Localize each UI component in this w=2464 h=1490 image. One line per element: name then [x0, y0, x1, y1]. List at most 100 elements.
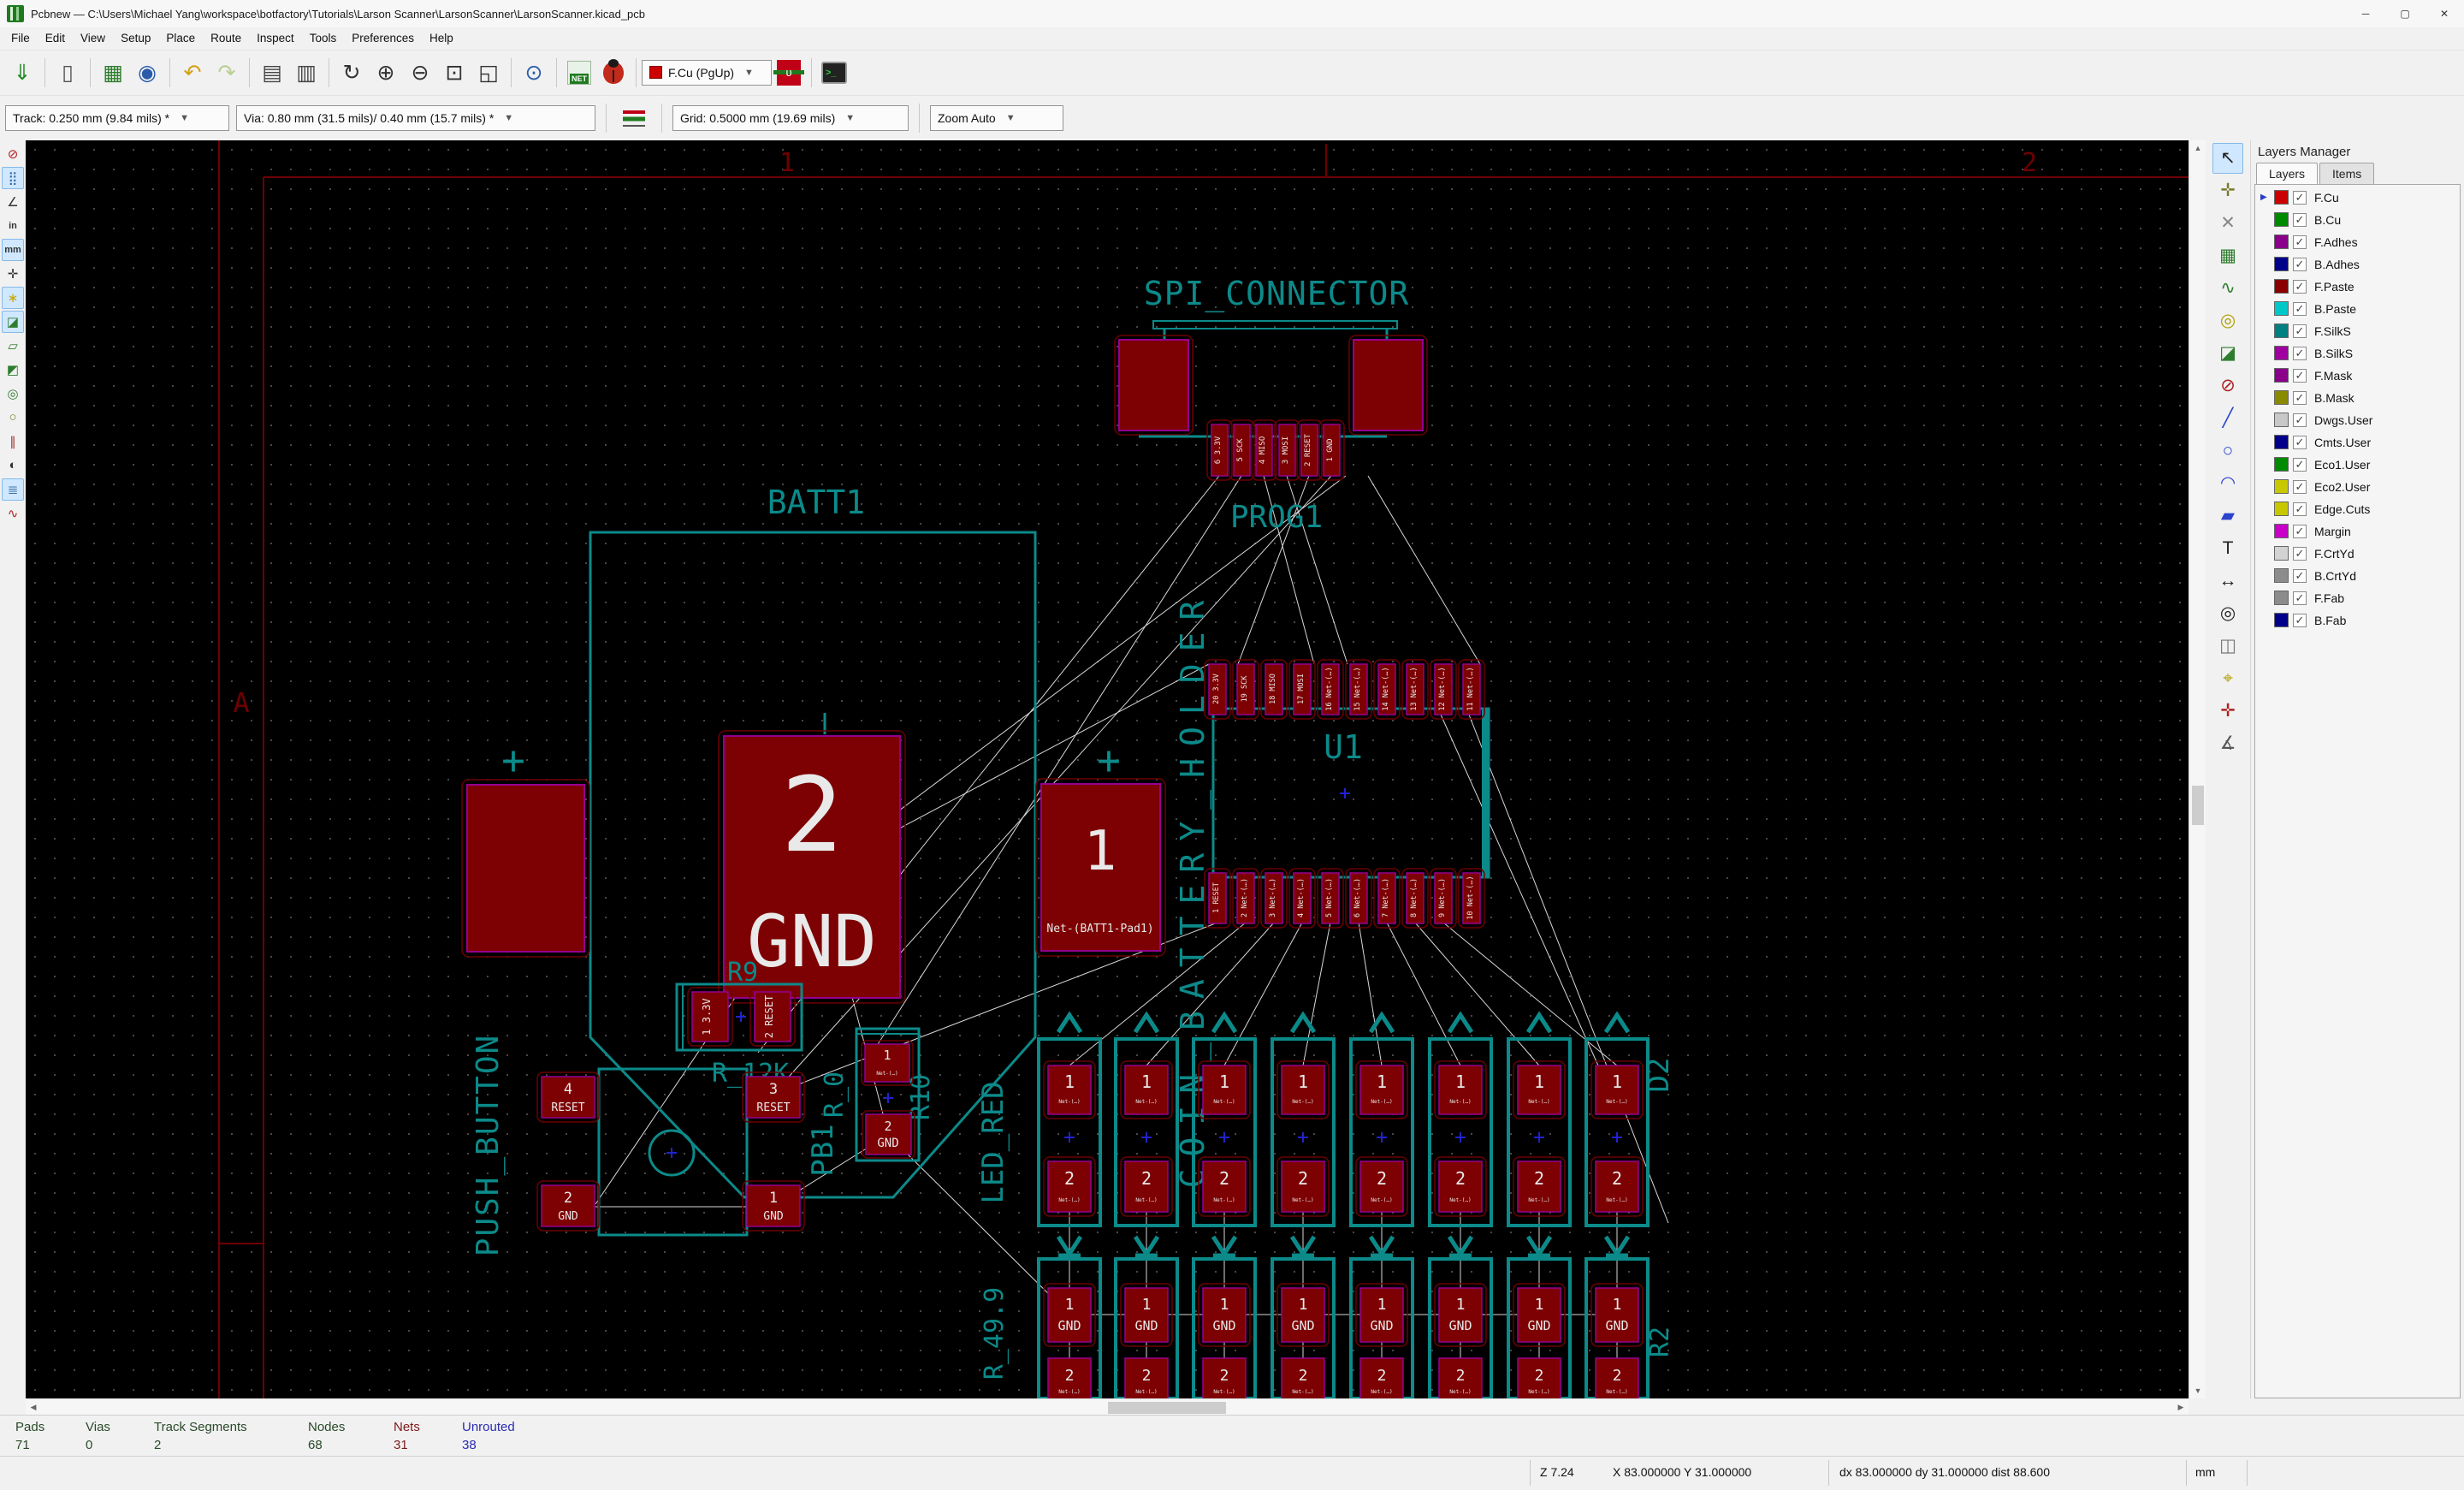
layer-row-b.paste[interactable]: ✓ B.Paste [2255, 298, 2460, 320]
grid-selector[interactable]: Grid: 0.5000 mm (19.69 mils) ▼ [672, 104, 909, 131]
layer-color-swatch[interactable] [2274, 257, 2289, 272]
menu-view[interactable]: View [73, 29, 113, 47]
netlist-icon[interactable]: NET [562, 56, 596, 90]
zones-filled-icon[interactable]: ◪ [2, 310, 24, 333]
via-track-swap-icon[interactable]: υ [772, 56, 806, 90]
add-polygon-icon[interactable]: ▰ [2212, 501, 2243, 531]
add-keepout-icon[interactable]: ⊘ [2212, 371, 2243, 401]
menu-help[interactable]: Help [422, 29, 461, 47]
layer-color-swatch[interactable] [2274, 435, 2289, 450]
ratsnest-visibility-icon[interactable]: ∗ [2, 286, 24, 309]
vias-sketch-icon[interactable]: ○ [2, 407, 24, 429]
horizontal-scroll-thumb[interactable] [1108, 1401, 1226, 1414]
find-icon[interactable]: ⊙ [517, 56, 551, 90]
layer-row-b.silks[interactable]: ✓ B.SilkS [2255, 342, 2460, 365]
layer-row-f.paste[interactable]: ✓ F.Paste [2255, 276, 2460, 298]
units-mm-icon[interactable]: mm [2, 238, 24, 261]
highlight-net-icon[interactable]: ✛ [2212, 175, 2243, 206]
layer-color-swatch[interactable] [2274, 613, 2289, 628]
layer-color-swatch[interactable] [2274, 279, 2289, 294]
undo-icon[interactable]: ↶ [175, 56, 210, 90]
add-dimension-icon[interactable]: ↔ [2212, 566, 2243, 597]
redo-icon[interactable]: ↷ [210, 56, 244, 90]
menu-place[interactable]: Place [158, 29, 203, 47]
drill-origin-icon[interactable]: ⌖ [2212, 663, 2243, 694]
menu-route[interactable]: Route [203, 29, 249, 47]
redraw-icon[interactable]: ↻ [335, 56, 369, 90]
scroll-right-icon[interactable]: ▶ [2173, 1399, 2189, 1416]
zoom-selection-icon[interactable]: ◱ [471, 56, 506, 90]
menu-edit[interactable]: Edit [38, 29, 73, 47]
footprint-browser-icon[interactable]: ◉ [130, 56, 164, 90]
horizontal-scrollbar[interactable]: ◀ ▶ [26, 1398, 2189, 1416]
add-circle-icon[interactable]: ○ [2212, 436, 2243, 466]
route-tracks-icon[interactable]: ∿ [2212, 273, 2243, 304]
add-via-icon[interactable]: ◎ [2212, 306, 2243, 336]
add-text-icon[interactable]: T [2212, 533, 2243, 564]
pad[interactable] [1118, 338, 1189, 431]
layer-row-dwgs.user[interactable]: ✓ Dwgs.User [2255, 409, 2460, 431]
measure-tool-icon[interactable]: ∡ [2212, 728, 2243, 759]
layer-color-swatch[interactable] [2274, 390, 2289, 406]
layer-visibility-checkbox[interactable]: ✓ [2293, 346, 2307, 360]
print-icon[interactable]: ▤ [255, 56, 289, 90]
pads-sketch-icon[interactable]: ◎ [2, 383, 24, 405]
scroll-down-icon[interactable]: ▼ [2189, 1383, 2206, 1398]
save-icon[interactable]: ⇓ [5, 56, 39, 90]
menu-setup[interactable]: Setup [113, 29, 158, 47]
add-graphic-line-icon[interactable]: ╱ [2212, 403, 2243, 434]
local-ratsnest-icon[interactable]: ✕ [2212, 208, 2243, 239]
layer-color-swatch[interactable] [2274, 301, 2289, 317]
layer-visibility-checkbox[interactable]: ✓ [2293, 212, 2307, 227]
layer-color-swatch[interactable] [2274, 212, 2289, 228]
layer-visibility-checkbox[interactable]: ✓ [2293, 502, 2307, 516]
menu-tools[interactable]: Tools [302, 29, 345, 47]
grid-visibility-icon[interactable]: ⣿ [2, 166, 24, 189]
layer-row-f.mask[interactable]: ✓ F.Mask [2255, 365, 2460, 387]
layer-selector[interactable]: F.Cu (PgUp) ▼ [642, 59, 772, 86]
tracks-sketch-icon[interactable]: ∥ [2, 430, 24, 453]
via-size-selector[interactable]: Via: 0.80 mm (31.5 mils)/ 0.40 mm (15.7 … [236, 104, 595, 131]
grid-origin-icon[interactable]: ✛ [2212, 696, 2243, 727]
high-contrast-icon[interactable]: ◐ [2, 454, 24, 477]
layer-visibility-checkbox[interactable]: ✓ [2293, 479, 2307, 494]
layer-row-b.mask[interactable]: ✓ B.Mask [2255, 387, 2460, 409]
layer-visibility-checkbox[interactable]: ✓ [2293, 190, 2307, 205]
layer-color-swatch[interactable] [2274, 591, 2289, 606]
add-zone-icon[interactable]: ◪ [2212, 338, 2243, 369]
layer-row-b.crtyd[interactable]: ✓ B.CrtYd [2255, 565, 2460, 587]
layer-row-f.adhes[interactable]: ✓ F.Adhes [2255, 231, 2460, 253]
layer-color-swatch[interactable] [2274, 368, 2289, 383]
vertical-scroll-thumb[interactable] [2192, 785, 2204, 825]
layer-row-b.cu[interactable]: ✓ B.Cu [2255, 209, 2460, 231]
pad[interactable] [466, 783, 585, 953]
layer-color-swatch[interactable] [2274, 568, 2289, 584]
layer-visibility-checkbox[interactable]: ✓ [2293, 457, 2307, 472]
scroll-up-icon[interactable]: ▲ [2189, 140, 2206, 156]
layer-visibility-checkbox[interactable]: ✓ [2293, 435, 2307, 449]
layer-color-swatch[interactable] [2274, 502, 2289, 517]
menu-inspect[interactable]: Inspect [249, 29, 302, 47]
layer-row-b.fab[interactable]: ✓ B.Fab [2255, 609, 2460, 632]
menu-preferences[interactable]: Preferences [344, 29, 422, 47]
layer-visibility-checkbox[interactable]: ✓ [2293, 413, 2307, 427]
add-arc-icon[interactable]: ◠ [2212, 468, 2243, 499]
layer-color-swatch[interactable] [2274, 234, 2289, 250]
layer-color-swatch[interactable] [2274, 346, 2289, 361]
track-width-selector[interactable]: Track: 0.250 mm (9.84 mils) * ▼ [5, 104, 229, 131]
drc-icon[interactable] [596, 56, 631, 90]
cursor-shape-icon[interactable]: ✛ [2, 263, 24, 285]
add-footprint-icon[interactable]: ▦ [2212, 240, 2243, 271]
zoom-out-icon[interactable]: ⊖ [403, 56, 437, 90]
layer-color-swatch[interactable] [2274, 413, 2289, 428]
tab-items[interactable]: Items [2319, 162, 2375, 184]
layer-row-b.adhes[interactable]: ✓ B.Adhes [2255, 253, 2460, 276]
layer-color-swatch[interactable] [2274, 546, 2289, 561]
close-button[interactable]: ✕ [2425, 0, 2464, 27]
zones-outline-icon[interactable]: ▱ [2, 335, 24, 357]
layers-panel-toggle-icon[interactable]: ≣ [2, 478, 24, 501]
layer-row-edge.cuts[interactable]: ✓ Edge.Cuts [2255, 498, 2460, 520]
zoom-selector[interactable]: Zoom Auto ▼ [930, 104, 1063, 131]
layer-row-f.cu[interactable]: ▶ ✓ F.Cu [2255, 187, 2460, 209]
menu-file[interactable]: File [3, 29, 38, 47]
